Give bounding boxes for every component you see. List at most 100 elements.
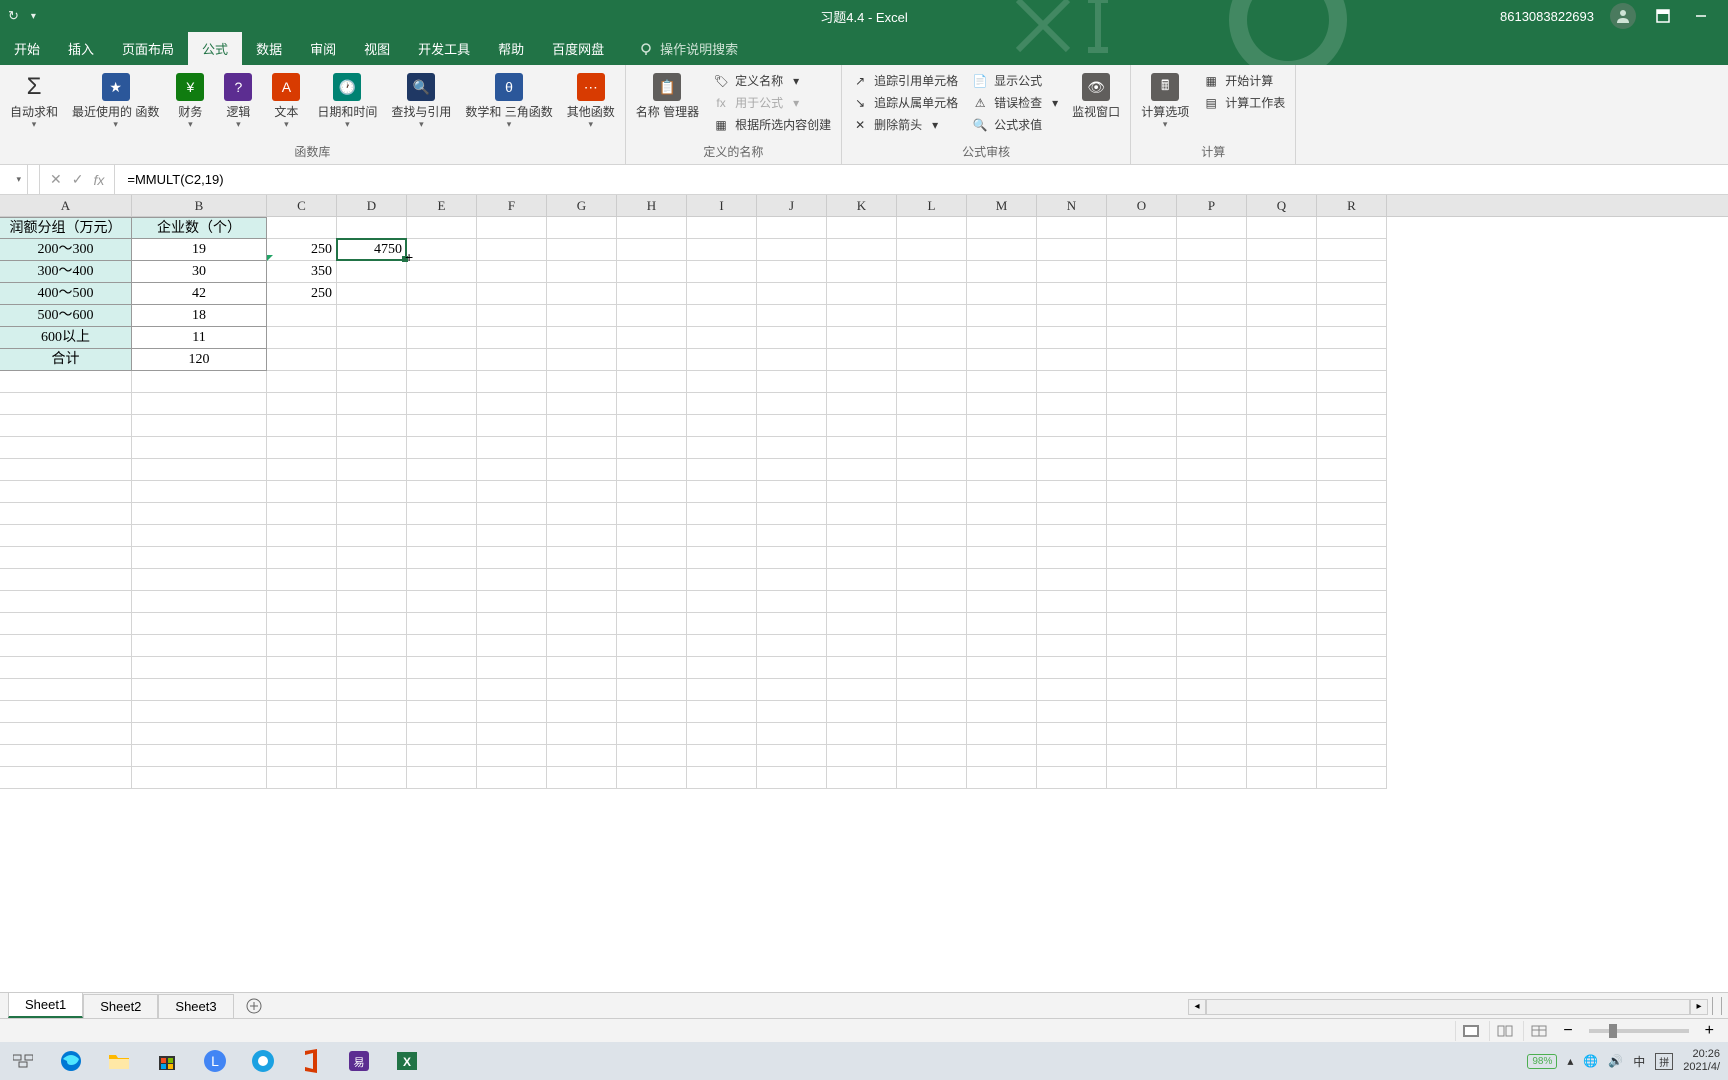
ime-indicator[interactable]: 中 <box>1633 1053 1645 1070</box>
cell-C17[interactable] <box>267 569 337 591</box>
cell-H2[interactable] <box>617 239 687 261</box>
cell-K1[interactable] <box>827 217 897 239</box>
cell-N21[interactable] <box>1037 657 1107 679</box>
cell-M10[interactable] <box>967 415 1037 437</box>
tab-insert[interactable]: 插入 <box>54 32 108 65</box>
cell-C10[interactable] <box>267 415 337 437</box>
cell-H1[interactable] <box>617 217 687 239</box>
cell-O14[interactable] <box>1107 503 1177 525</box>
cell-L20[interactable] <box>897 635 967 657</box>
cell-K26[interactable] <box>827 767 897 789</box>
scroll-right-icon[interactable]: ▸ <box>1690 999 1708 1015</box>
cell-B2[interactable]: 19 <box>132 239 267 261</box>
cell-D14[interactable] <box>337 503 407 525</box>
trace-precedents-button[interactable]: ↗追踪引用单元格 <box>848 71 962 90</box>
cell-O11[interactable] <box>1107 437 1177 459</box>
cell-Q8[interactable] <box>1247 371 1317 393</box>
cell-R24[interactable] <box>1317 723 1387 745</box>
cell-G10[interactable] <box>547 415 617 437</box>
cell-I25[interactable] <box>687 745 757 767</box>
cell-K11[interactable] <box>827 437 897 459</box>
cell-I6[interactable] <box>687 327 757 349</box>
cell-I21[interactable] <box>687 657 757 679</box>
cell-B14[interactable] <box>132 503 267 525</box>
cell-I12[interactable] <box>687 459 757 481</box>
recent-functions-button[interactable]: ★最近使用的 函数▾ <box>68 69 163 140</box>
cell-A25[interactable] <box>0 745 132 767</box>
cell-K20[interactable] <box>827 635 897 657</box>
cell-I13[interactable] <box>687 481 757 503</box>
cell-D26[interactable] <box>337 767 407 789</box>
name-box[interactable]: ▾ <box>0 165 28 194</box>
cell-M26[interactable] <box>967 767 1037 789</box>
cell-I22[interactable] <box>687 679 757 701</box>
tab-data[interactable]: 数据 <box>242 32 296 65</box>
cell-C23[interactable] <box>267 701 337 723</box>
edge-icon[interactable] <box>56 1046 86 1076</box>
cell-A11[interactable] <box>0 437 132 459</box>
cell-A1[interactable]: 润额分组（万元） <box>0 217 132 239</box>
cell-R20[interactable] <box>1317 635 1387 657</box>
cell-O19[interactable] <box>1107 613 1177 635</box>
cell-Q18[interactable] <box>1247 591 1317 613</box>
cell-E24[interactable] <box>407 723 477 745</box>
cell-H23[interactable] <box>617 701 687 723</box>
evaluate-formula-button[interactable]: 🔍公式求值 <box>968 115 1062 134</box>
cell-Q20[interactable] <box>1247 635 1317 657</box>
cell-I1[interactable] <box>687 217 757 239</box>
cell-K4[interactable] <box>827 283 897 305</box>
cell-B10[interactable] <box>132 415 267 437</box>
sheet-tab-2[interactable]: Sheet2 <box>83 994 158 1018</box>
cell-M8[interactable] <box>967 371 1037 393</box>
lookup-button[interactable]: 🔍查找与引用▾ <box>387 69 455 140</box>
tab-review[interactable]: 审阅 <box>296 32 350 65</box>
cell-Q13[interactable] <box>1247 481 1317 503</box>
horizontal-scrollbar[interactable]: ◂ ▸ <box>1188 998 1708 1016</box>
cell-N15[interactable] <box>1037 525 1107 547</box>
cell-M23[interactable] <box>967 701 1037 723</box>
cell-Q25[interactable] <box>1247 745 1317 767</box>
cell-A18[interactable] <box>0 591 132 613</box>
cell-N9[interactable] <box>1037 393 1107 415</box>
cell-N10[interactable] <box>1037 415 1107 437</box>
cell-L18[interactable] <box>897 591 967 613</box>
cell-J23[interactable] <box>757 701 827 723</box>
cell-D24[interactable] <box>337 723 407 745</box>
cell-J9[interactable] <box>757 393 827 415</box>
cell-D12[interactable] <box>337 459 407 481</box>
cell-B19[interactable] <box>132 613 267 635</box>
cell-D9[interactable] <box>337 393 407 415</box>
cell-M1[interactable] <box>967 217 1037 239</box>
cell-P14[interactable] <box>1177 503 1247 525</box>
sheet-tab-1[interactable]: Sheet1 <box>8 992 83 1018</box>
tray-up-icon[interactable]: ▴ <box>1567 1054 1573 1068</box>
use-in-formula-button[interactable]: fx用于公式▾ <box>709 93 835 112</box>
column-header-D[interactable]: D <box>337 195 407 216</box>
cell-H4[interactable] <box>617 283 687 305</box>
cell-F14[interactable] <box>477 503 547 525</box>
cell-N26[interactable] <box>1037 767 1107 789</box>
cell-J24[interactable] <box>757 723 827 745</box>
cell-C9[interactable] <box>267 393 337 415</box>
cell-P25[interactable] <box>1177 745 1247 767</box>
office-icon[interactable] <box>296 1046 326 1076</box>
cell-J25[interactable] <box>757 745 827 767</box>
cell-H11[interactable] <box>617 437 687 459</box>
cell-J17[interactable] <box>757 569 827 591</box>
cell-J18[interactable] <box>757 591 827 613</box>
cell-B16[interactable] <box>132 547 267 569</box>
cell-N22[interactable] <box>1037 679 1107 701</box>
cell-G21[interactable] <box>547 657 617 679</box>
cell-K14[interactable] <box>827 503 897 525</box>
cell-P13[interactable] <box>1177 481 1247 503</box>
cell-J16[interactable] <box>757 547 827 569</box>
cell-J12[interactable] <box>757 459 827 481</box>
cell-I26[interactable] <box>687 767 757 789</box>
column-header-O[interactable]: O <box>1107 195 1177 216</box>
cell-A22[interactable] <box>0 679 132 701</box>
cell-C5[interactable] <box>267 305 337 327</box>
cell-G14[interactable] <box>547 503 617 525</box>
cell-O7[interactable] <box>1107 349 1177 371</box>
cell-O15[interactable] <box>1107 525 1177 547</box>
cell-O24[interactable] <box>1107 723 1177 745</box>
